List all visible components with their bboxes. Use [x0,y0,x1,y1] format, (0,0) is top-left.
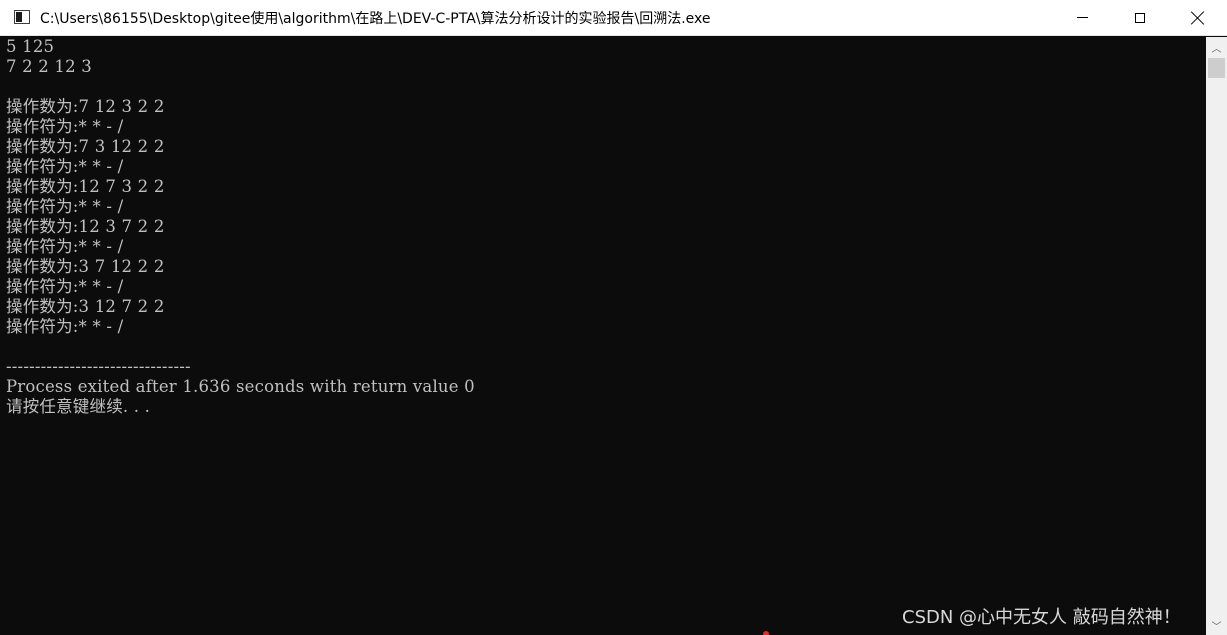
console-line: 7 2 2 12 3 [6,57,92,76]
console-line: 操作符为:* * - / [6,237,124,256]
console-line: 操作数为:12 3 7 2 2 [6,217,165,236]
console-line: 操作数为:7 12 3 2 2 [6,97,165,116]
scroll-thumb[interactable] [1208,58,1225,78]
minimize-button[interactable] [1053,0,1111,35]
console-separator-line: -------------------------------- [6,357,191,376]
console-line: 操作符为:* * - / [6,197,124,216]
console-line: 操作符为:* * - / [6,117,124,136]
console-line: 操作符为:* * - / [6,277,124,296]
process-exit-line: Process exited after 1.636 seconds with … [6,377,475,396]
console-window: C:\Users\86155\Desktop\gitee使用\algorithm… [0,0,1227,635]
maximize-button[interactable] [1111,0,1169,35]
console-line: 操作数为:12 7 3 2 2 [6,177,165,196]
console-output[interactable]: 5 125 7 2 2 12 3 操作数为:7 12 3 2 2 操作符为:* … [6,37,1204,635]
console-line: 操作符为:* * - / [6,157,124,176]
close-button[interactable] [1169,0,1227,35]
vertical-scrollbar[interactable]: ︿ ﹀ [1206,37,1227,635]
title-bar[interactable]: C:\Users\86155\Desktop\gitee使用\algorithm… [0,0,1227,36]
maximize-icon [1135,12,1145,23]
scroll-up-arrow-icon: ︿ [1211,43,1222,55]
scroll-up-button[interactable]: ︿ [1206,37,1227,57]
close-icon [1191,11,1205,25]
console-app-icon[interactable] [14,10,30,24]
console-line: 5 125 [6,37,55,56]
window-title: C:\Users\86155\Desktop\gitee使用\algorithm… [40,11,711,27]
console-line: 操作符为:* * - / [6,317,124,336]
console-line: 操作数为:3 12 7 2 2 [6,297,165,316]
console-line: 操作数为:7 3 12 2 2 [6,137,165,156]
csdn-watermark: CSDN @心中无女人 敲码自然神！ [902,607,1181,628]
press-any-key-line: 请按任意键继续. . . [6,397,151,416]
scroll-down-button[interactable]: ﹀ [1206,615,1227,635]
mouse-cursor-dot [763,631,769,635]
minimize-icon [1076,17,1088,18]
console-line: 操作数为:3 7 12 2 2 [6,257,165,276]
scroll-down-arrow-icon: ﹀ [1211,621,1222,633]
